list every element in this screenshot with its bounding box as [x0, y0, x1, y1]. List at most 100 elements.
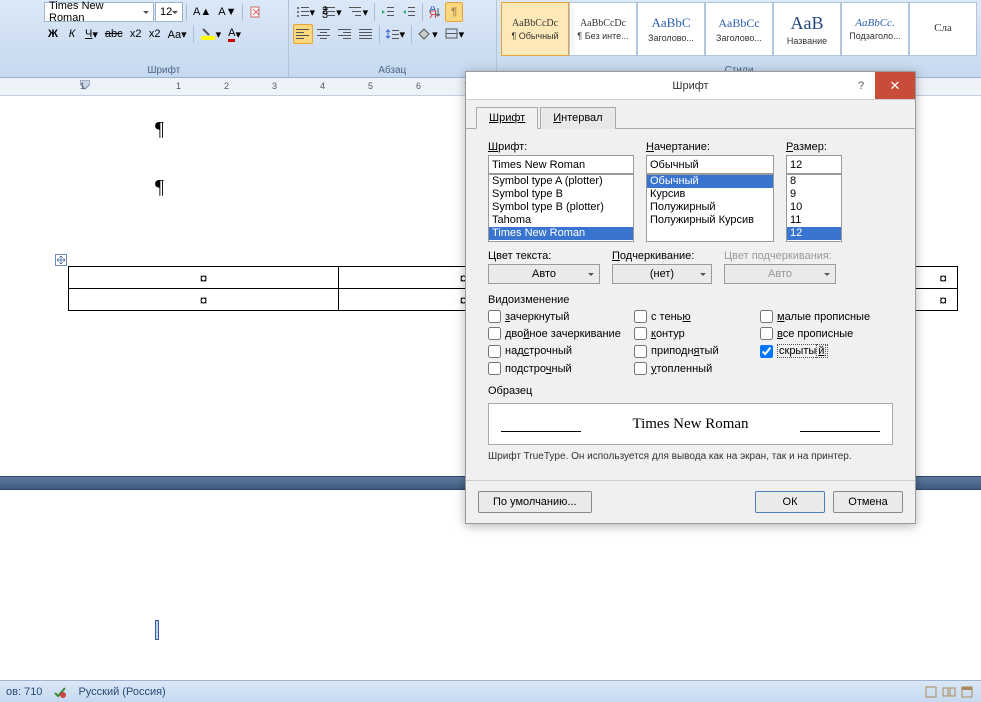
view-read-icon[interactable]: [941, 684, 957, 700]
dialog-title: Шрифт: [672, 80, 708, 92]
number-list-button[interactable]: 123▾: [319, 2, 345, 22]
align-left-button[interactable]: [293, 24, 313, 44]
ribbon: азцу Times New Roman 12 A▲ A▼ Ж К Ч ▾ ab…: [0, 0, 981, 78]
change-case-button[interactable]: Aa▾: [165, 24, 190, 44]
style-item[interactable]: Сла: [909, 2, 977, 56]
borders-button[interactable]: ▾: [442, 24, 468, 44]
style-listbox[interactable]: ОбычныйКурсивПолужирныйПолужирный Курсив: [646, 174, 774, 242]
align-right-button[interactable]: [335, 24, 355, 44]
shrink-font-button[interactable]: A▼: [215, 2, 239, 22]
chk-hidden[interactable]: скрытый: [760, 344, 900, 358]
style-item[interactable]: AaBbCc.Подзаголо...: [841, 2, 909, 56]
font-dialog: Шрифт ? ✕ Шрифт Интервал Шрифт: Symbol t…: [465, 71, 916, 524]
chk-shadow[interactable]: с тенью: [634, 310, 754, 323]
list-item[interactable]: Обычный: [647, 175, 773, 188]
increase-indent-button[interactable]: [399, 2, 419, 22]
svg-text:Я: Я: [429, 9, 437, 18]
style-item[interactable]: AaBbCcЗаголово...: [705, 2, 773, 56]
help-button[interactable]: ?: [847, 72, 875, 99]
strike-button[interactable]: abc: [102, 24, 126, 44]
highlight-button[interactable]: ▾: [197, 24, 225, 44]
effects-label: Видоизменение: [488, 294, 893, 306]
text-cursor-selection: [155, 620, 159, 640]
styles-gallery[interactable]: AaBbCcDc¶ ОбычныйAaBbCcDc¶ Без инте...Aa…: [501, 2, 977, 56]
sample-label: Образец: [488, 385, 893, 397]
font-name-combo[interactable]: Times New Roman: [44, 2, 154, 22]
list-item[interactable]: Symbol type B (plotter): [489, 201, 633, 214]
svg-text:3: 3: [322, 9, 328, 18]
chk-super[interactable]: надстрочный: [488, 344, 628, 358]
shading-button[interactable]: ▾: [415, 24, 441, 44]
superscript-button[interactable]: x2: [146, 24, 164, 44]
list-item[interactable]: Полужирный Курсив: [647, 214, 773, 227]
view-web-icon[interactable]: [959, 684, 975, 700]
ok-button[interactable]: ОК: [755, 491, 825, 513]
language-status[interactable]: Русский (Россия): [78, 686, 165, 698]
list-item[interactable]: Курсив: [647, 188, 773, 201]
word-count[interactable]: ов: 710: [6, 686, 42, 698]
color-label: Цвет текста:: [488, 250, 600, 262]
line-spacing-button[interactable]: ▾: [383, 24, 409, 44]
chk-engrave[interactable]: утопленный: [634, 362, 754, 375]
underline-combo[interactable]: (нет): [612, 264, 712, 284]
list-item[interactable]: 10: [787, 201, 841, 214]
multilevel-list-button[interactable]: ▾: [346, 2, 372, 22]
font-color-button[interactable]: A▾: [225, 24, 244, 44]
list-item[interactable]: 12: [787, 227, 841, 240]
underline-button[interactable]: Ч ▾: [82, 24, 101, 44]
grow-font-button[interactable]: A▲: [190, 2, 214, 22]
tab-spacing[interactable]: Интервал: [540, 107, 615, 129]
bold-button[interactable]: Ж: [44, 24, 62, 44]
chk-strike[interactable]: зачеркнутый: [488, 310, 628, 323]
size-label: Размер:: [786, 141, 842, 153]
font-color-combo[interactable]: Авто: [488, 264, 600, 284]
font-size-combo[interactable]: 12: [155, 2, 183, 22]
table-move-handle-icon[interactable]: [55, 254, 67, 266]
chk-outline[interactable]: контур: [634, 327, 754, 340]
ribbon-group-label: Шрифт: [44, 64, 284, 77]
list-item[interactable]: 8: [787, 175, 841, 188]
list-item[interactable]: Полужирный: [647, 201, 773, 214]
proofing-icon[interactable]: [52, 684, 68, 700]
list-item[interactable]: Symbol type A (plotter): [489, 175, 633, 188]
tab-font[interactable]: Шрифт: [476, 107, 538, 129]
list-item[interactable]: 9: [787, 188, 841, 201]
style-input[interactable]: [646, 155, 774, 174]
status-bar: ов: 710 Русский (Россия): [0, 680, 981, 702]
chk-dstrike[interactable]: двойное зачеркивание: [488, 327, 628, 340]
paragraph-mark: ¶: [155, 118, 164, 141]
chk-emboss[interactable]: приподнятый: [634, 344, 754, 358]
style-item[interactable]: AaBbCcDc¶ Без инте...: [569, 2, 637, 56]
cancel-button[interactable]: Отмена: [833, 491, 903, 513]
chk-sub[interactable]: подстрочный: [488, 362, 628, 375]
list-item[interactable]: Tahoma: [489, 214, 633, 227]
font-input[interactable]: [488, 155, 634, 174]
size-listbox[interactable]: 89101112: [786, 174, 842, 242]
chk-allcaps[interactable]: все прописные: [760, 327, 900, 340]
chk-smallcaps[interactable]: малые прописные: [760, 310, 900, 323]
clear-formatting-button[interactable]: [246, 2, 266, 22]
list-item[interactable]: Times New Roman: [489, 227, 633, 240]
style-label: Начертание:: [646, 141, 774, 153]
style-item[interactable]: AaBbCЗаголово...: [637, 2, 705, 56]
style-item[interactable]: AaBbCcDc¶ Обычный: [501, 2, 569, 56]
decrease-indent-button[interactable]: [378, 2, 398, 22]
align-center-button[interactable]: [314, 24, 334, 44]
show-marks-button[interactable]: ¶: [445, 2, 463, 22]
size-input[interactable]: [786, 155, 842, 174]
font-listbox[interactable]: Symbol type A (plotter)Symbol type BSymb…: [488, 174, 634, 242]
font-label: Шрифт:: [488, 141, 634, 153]
view-print-icon[interactable]: [923, 684, 939, 700]
underline-label: Подчеркивание:: [612, 250, 712, 262]
italic-button[interactable]: К: [63, 24, 81, 44]
align-justify-button[interactable]: [356, 24, 376, 44]
close-button[interactable]: ✕: [875, 72, 915, 99]
subscript-button[interactable]: x2: [127, 24, 145, 44]
bullet-list-button[interactable]: ▾: [293, 2, 319, 22]
style-item[interactable]: AaBНазвание: [773, 2, 841, 56]
default-button[interactable]: По умолчанию...: [478, 491, 592, 513]
list-item[interactable]: Symbol type B: [489, 188, 633, 201]
dialog-title-bar[interactable]: Шрифт ? ✕: [466, 72, 915, 100]
sort-button[interactable]: AЯ: [426, 2, 444, 22]
list-item[interactable]: 11: [787, 214, 841, 227]
